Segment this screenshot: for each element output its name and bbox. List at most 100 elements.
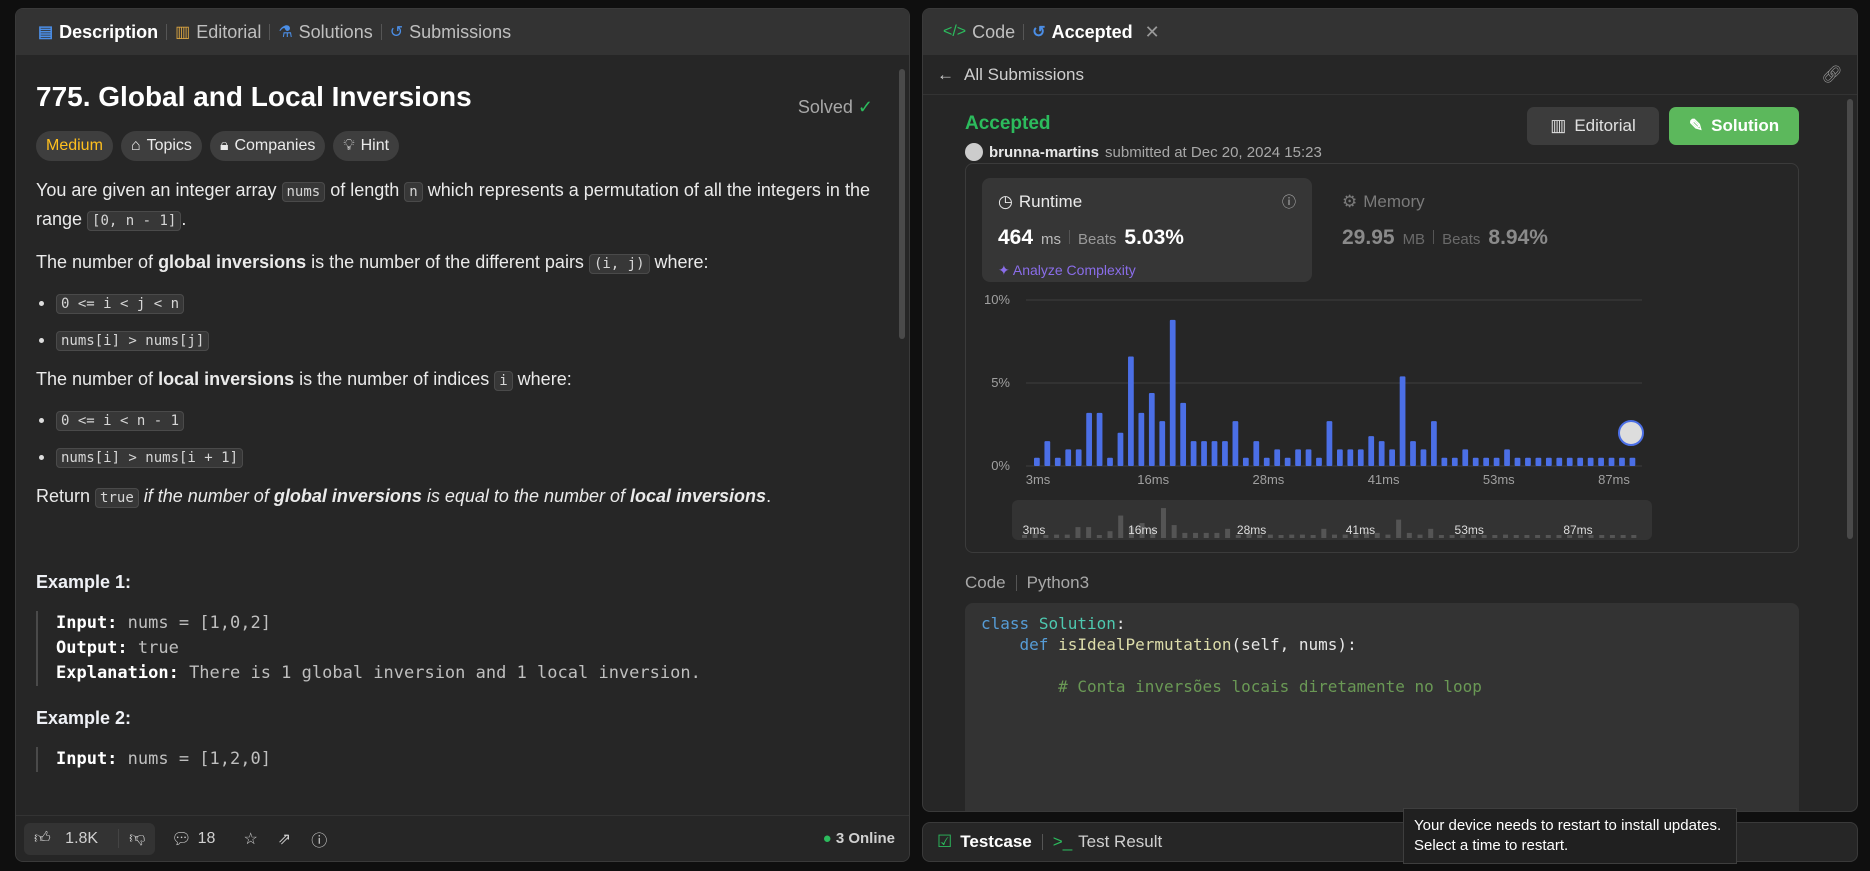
bar: [1462, 449, 1469, 466]
bar: [1316, 457, 1322, 466]
overview-bar: [1299, 534, 1305, 538]
bar: [1431, 421, 1437, 466]
bar: [1441, 457, 1448, 466]
bar: [1337, 449, 1343, 466]
question-icon: ⓘ: [311, 832, 328, 850]
tab-test-result[interactable]: Test Result: [1078, 832, 1162, 852]
bar: [1159, 421, 1166, 466]
overview-bar: [1118, 515, 1124, 538]
overview-bar: [1374, 532, 1380, 538]
topics-button[interactable]: ⌂ Topics: [120, 131, 202, 161]
all-submissions-link[interactable]: ← All Submissions 🔗︎: [923, 55, 1857, 95]
runtime-distribution-chart[interactable]: 10% 5% 0% 3ms 16ms 28ms 41ms 53ms 87ms 3ms 16ms 28m…: [966, 284, 1800, 550]
info-icon[interactable]: ⓘ: [1282, 192, 1296, 212]
tab-solutions[interactable]: ⚗ Solutions: [270, 22, 380, 43]
overview-bar: [1310, 535, 1316, 538]
checkbox-icon: ☑: [937, 832, 953, 851]
close-icon[interactable]: ✕: [1145, 22, 1160, 43]
tab-submissions[interactable]: ↺ Submissions: [382, 22, 519, 43]
tag-icon: ⌂: [130, 137, 141, 154]
runtime-card[interactable]: ◷ Runtime ⓘ 464 ms Beats 5.03% ✦ Analyze Co…: [982, 178, 1312, 282]
avatar[interactable]: [965, 143, 983, 161]
link-icon[interactable]: 🔗︎: [1821, 65, 1843, 85]
bar: [1577, 457, 1584, 466]
local-conditions-list: 0 <= i < n - 1 nums[i] > nums[i + 1]: [56, 409, 873, 468]
tab-code[interactable]: </> Code: [935, 22, 1023, 43]
editorial-button[interactable]: ▥ Editorial: [1527, 107, 1659, 145]
code-header: Code Python3: [965, 573, 1090, 592]
history-icon: ↺: [389, 24, 404, 41]
bar: [1545, 457, 1552, 466]
paragraph-global: The number of global inversions is the n…: [36, 252, 709, 274]
tab-accepted[interactable]: ↺ Accepted ✕: [1024, 22, 1168, 43]
solution-button[interactable]: ✎ Solution: [1669, 107, 1799, 145]
overview-bar: [1096, 535, 1102, 538]
comments-button[interactable]: 💬︎ 18: [171, 829, 215, 849]
bar: [1619, 457, 1625, 466]
overview-bar: [1599, 535, 1605, 538]
online-count: ● 3 Online: [822, 830, 895, 847]
overview-bar: [1524, 535, 1530, 538]
paragraph-return: Return true if the number of global inve…: [36, 486, 772, 508]
bar: [1263, 457, 1270, 466]
overview-bar: [1385, 534, 1391, 538]
your-submission-marker[interactable]: [1618, 420, 1644, 446]
bar: [1347, 449, 1354, 466]
bar: [1608, 457, 1615, 466]
solved-indicator: Solved ✓: [797, 97, 873, 117]
left-tabbar: ▤ Description ▥ Editorial ⚗ Solutions ↺ …: [16, 9, 909, 55]
overview-bar: [1054, 534, 1060, 538]
memory-header: ⚙ Memory: [1342, 192, 1425, 211]
example-2-heading: Example 2:: [36, 708, 132, 728]
overview-bar: [1417, 534, 1423, 538]
overview-bar: [1428, 528, 1434, 538]
tab-description[interactable]: ▤ Description: [30, 22, 166, 43]
overview-bar: [1545, 535, 1551, 538]
tab-editorial[interactable]: ▥ Editorial: [167, 22, 269, 43]
overview-bar: [1396, 519, 1402, 538]
overview-bar: [1075, 527, 1081, 538]
analyze-complexity-button[interactable]: ✦ Analyze Complexity: [998, 262, 1136, 279]
tab-testcase[interactable]: Testcase: [960, 832, 1032, 852]
arrow-left-icon: ←: [937, 64, 954, 84]
overview-bar: [1438, 535, 1444, 538]
overview-bar: [1182, 532, 1188, 538]
y-tick-label: 5%: [991, 375, 1010, 390]
update-notification[interactable]: Your device needs to restart to install …: [1403, 808, 1737, 864]
help-button[interactable]: ⓘ: [311, 827, 327, 851]
dislike-button[interactable]: 👎︎: [118, 829, 155, 848]
bar: [1054, 457, 1061, 466]
bar: [1305, 449, 1312, 466]
scrollbar[interactable]: [1847, 99, 1853, 539]
submission-meta: brunna-martins submitted at Dec 20, 2024…: [965, 143, 1322, 161]
scrollbar[interactable]: [899, 69, 905, 339]
bar: [1295, 449, 1301, 466]
like-button[interactable]: 👍︎ 1.8K: [24, 829, 118, 848]
overview-tick-label: 16ms: [1128, 523, 1157, 537]
companies-button[interactable]: 🔒︎ Companies: [209, 131, 326, 161]
y-tick-label: 0%: [991, 458, 1010, 473]
overview-bar: [1631, 535, 1637, 538]
bar: [1535, 457, 1542, 466]
favorite-button[interactable]: ☆: [243, 829, 257, 849]
bar: [1232, 421, 1239, 466]
overview-tick-label: 41ms: [1346, 523, 1375, 537]
memory-card[interactable]: ⚙ Memory 29.95 MB Beats 8.94%: [1326, 178, 1656, 282]
username[interactable]: brunna-martins: [989, 144, 1099, 161]
bar: [1399, 376, 1406, 466]
star-icon: ☆: [243, 830, 258, 848]
share-button[interactable]: ⇗: [278, 829, 291, 849]
language-label: Python3: [1026, 573, 1090, 592]
comment-icon: 💬︎: [171, 830, 192, 848]
bar: [1274, 449, 1281, 466]
code-view[interactable]: class Solution: def isIdealPermutation(s…: [965, 603, 1799, 811]
overview-bar: [1193, 532, 1199, 538]
bar: [1180, 402, 1187, 466]
list-item: nums[i] > nums[j]: [56, 329, 873, 351]
overview-bar: [1503, 534, 1509, 538]
problem-title[interactable]: 775. Global and Local Inversions: [36, 81, 873, 113]
hint-button[interactable]: 💡︎ Hint: [333, 131, 400, 161]
code-icon: </>: [943, 23, 967, 40]
paragraph-local: The number of local inversions is the nu…: [36, 369, 572, 391]
chip-icon: ⚙: [1342, 192, 1358, 211]
